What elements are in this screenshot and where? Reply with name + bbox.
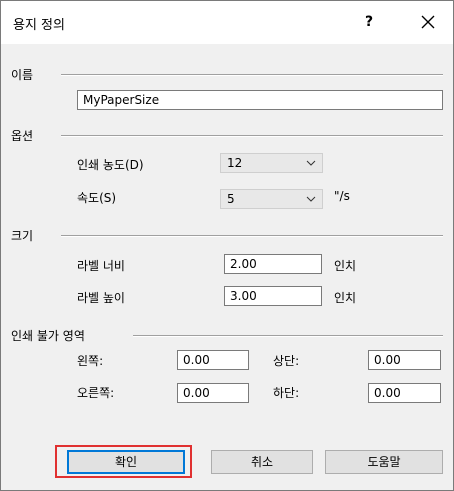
cancel-button[interactable]: 취소 xyxy=(211,450,313,474)
bottom-margin-label: 하단: xyxy=(273,386,300,400)
speed-label: 속도(S) xyxy=(77,191,117,205)
darkness-value: 12 xyxy=(227,156,243,170)
height-label: 라벨 높이 xyxy=(77,291,125,305)
size-section-title: 크기 xyxy=(11,229,34,243)
speed-value: 5 xyxy=(227,192,235,206)
close-icon[interactable] xyxy=(415,10,441,34)
chevron-down-icon xyxy=(306,196,316,202)
help-icon[interactable]: ? xyxy=(357,10,381,34)
bottom-margin-input[interactable]: 0.00 xyxy=(368,383,441,403)
darkness-label: 인쇄 농도(D) xyxy=(77,158,144,172)
width-input[interactable]: 2.00 xyxy=(224,254,322,274)
unprintable-section-title: 인쇄 불가 영역 xyxy=(11,329,85,343)
help-button[interactable]: 도움말 xyxy=(325,450,443,474)
speed-select[interactable]: 5 xyxy=(220,189,323,209)
dialog-title: 용지 정의 xyxy=(13,18,65,33)
paper-name-input[interactable]: MyPaperSize xyxy=(77,90,443,110)
options-section-title: 옵션 xyxy=(11,129,34,143)
top-margin-label: 상단: xyxy=(273,354,300,368)
left-margin-label: 왼쪽: xyxy=(77,354,104,368)
left-margin-input[interactable]: 0.00 xyxy=(177,350,249,370)
height-unit: 인치 xyxy=(334,291,357,305)
width-unit: 인치 xyxy=(334,259,357,273)
chevron-down-icon xyxy=(306,160,316,166)
speed-unit: "/s xyxy=(334,189,350,203)
ok-button[interactable]: 확인 xyxy=(67,450,185,474)
name-section-title: 이름 xyxy=(11,68,34,82)
right-margin-input[interactable]: 0.00 xyxy=(177,383,249,403)
width-label: 라벨 너비 xyxy=(77,259,125,273)
title-bar: 용지 정의 ? xyxy=(1,1,453,44)
height-input[interactable]: 3.00 xyxy=(224,286,322,306)
options-separator xyxy=(61,135,443,137)
unprintable-separator xyxy=(133,335,443,337)
right-margin-label: 오른쪽: xyxy=(77,386,115,400)
size-separator xyxy=(61,235,443,237)
darkness-select[interactable]: 12 xyxy=(220,153,323,173)
top-margin-input[interactable]: 0.00 xyxy=(368,350,441,370)
paper-definition-dialog: 용지 정의 ? 이름 MyPaperSize 옵션 인쇄 농도(D) 12 속도… xyxy=(0,0,454,491)
name-separator xyxy=(61,74,443,76)
